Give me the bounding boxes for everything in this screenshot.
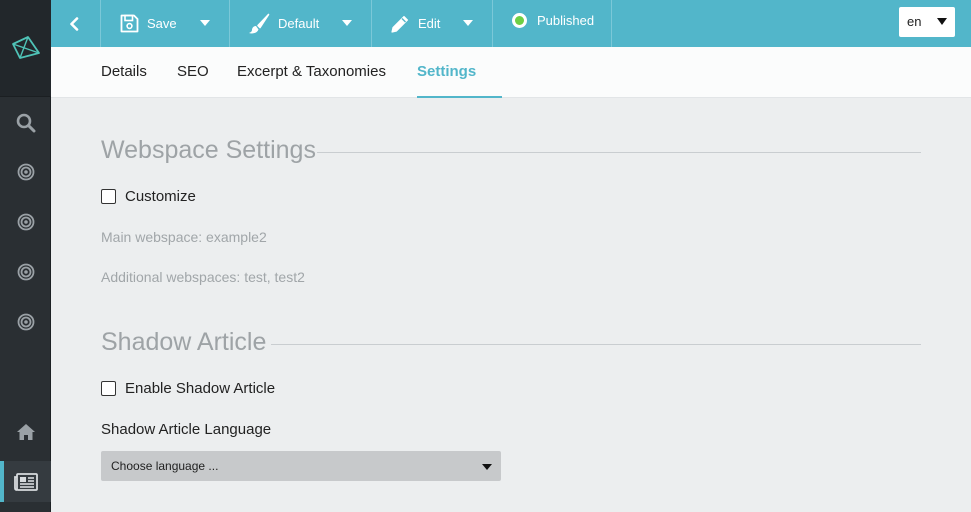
customize-checkbox-row[interactable]: Customize	[101, 188, 196, 205]
template-dropdown-caret[interactable]	[342, 20, 352, 26]
target-icon	[17, 163, 34, 181]
template-label: Default	[278, 16, 320, 31]
nav-target-2[interactable]	[0, 202, 51, 242]
status-button[interactable]: Published	[512, 0, 594, 44]
logo-icon	[11, 36, 40, 59]
tab-bar: Details SEO Excerpt & Taxonomies Setting…	[51, 47, 971, 98]
shadow-language-label: Shadow Article Language	[101, 421, 272, 438]
target-icon	[17, 313, 34, 331]
tab-excerpt-taxonomies[interactable]: Excerpt & Taxonomies	[237, 47, 386, 97]
nav-search[interactable]	[0, 103, 51, 143]
status-label: Published	[537, 13, 595, 28]
nav-target-1[interactable]	[0, 152, 51, 192]
sidebar	[0, 0, 51, 512]
edit-label: Edit	[418, 16, 441, 31]
enable-shadow-label: Enable Shadow Article	[125, 380, 276, 397]
main-webspace-text: Main webspace: example2	[101, 229, 267, 245]
toolbar: Save Default Edit Published en	[51, 0, 971, 47]
edit-button[interactable]: Edit	[390, 0, 440, 47]
save-dropdown-caret[interactable]	[200, 20, 210, 26]
newspaper-icon	[13, 472, 38, 491]
toolbar-divider	[492, 0, 493, 47]
save-label: Save	[147, 16, 177, 31]
language-value: en	[907, 14, 922, 29]
toolbar-divider	[371, 0, 372, 47]
floppy-disk-icon	[120, 14, 139, 33]
nav-articles[interactable]	[0, 461, 51, 502]
search-icon	[16, 113, 35, 133]
shadow-language-placeholder: Choose language ...	[111, 459, 219, 473]
chevron-down-icon	[482, 464, 492, 470]
chevron-left-icon	[70, 16, 79, 31]
nav-home[interactable]	[0, 412, 51, 452]
section-divider	[317, 152, 921, 153]
additional-webspaces-text: Additional webspaces: test, test2	[101, 269, 305, 285]
tab-settings[interactable]: Settings	[417, 47, 502, 98]
home-icon	[16, 424, 35, 440]
nav-target-3[interactable]	[0, 252, 51, 292]
section-divider	[271, 344, 921, 345]
back-button[interactable]	[69, 0, 83, 47]
nav-target-4[interactable]	[0, 302, 51, 342]
tab-seo[interactable]: SEO	[177, 47, 209, 97]
status-published-icon	[512, 13, 527, 28]
template-button[interactable]: Default	[248, 0, 319, 47]
tab-details[interactable]: Details	[101, 47, 147, 97]
customize-checkbox[interactable]	[101, 189, 116, 204]
target-icon	[17, 213, 34, 231]
enable-shadow-checkbox-row[interactable]: Enable Shadow Article	[101, 380, 275, 397]
edit-dropdown-caret[interactable]	[463, 20, 473, 26]
shadow-article-title: Shadow Article	[101, 328, 267, 356]
toolbar-divider	[229, 0, 230, 47]
toolbar-divider	[100, 0, 101, 47]
pencil-icon	[391, 15, 409, 33]
save-button[interactable]: Save	[120, 0, 177, 47]
shadow-language-select[interactable]: Choose language ...	[101, 451, 501, 481]
language-select[interactable]: en	[899, 7, 955, 37]
target-icon	[17, 263, 34, 281]
customize-label: Customize	[125, 188, 196, 205]
webspace-settings-title: Webspace Settings	[101, 136, 316, 164]
paintbrush-icon	[249, 13, 270, 33]
toolbar-divider	[611, 0, 612, 47]
chevron-down-icon	[937, 18, 947, 25]
enable-shadow-checkbox[interactable]	[101, 381, 116, 396]
app-logo[interactable]	[0, 0, 51, 97]
